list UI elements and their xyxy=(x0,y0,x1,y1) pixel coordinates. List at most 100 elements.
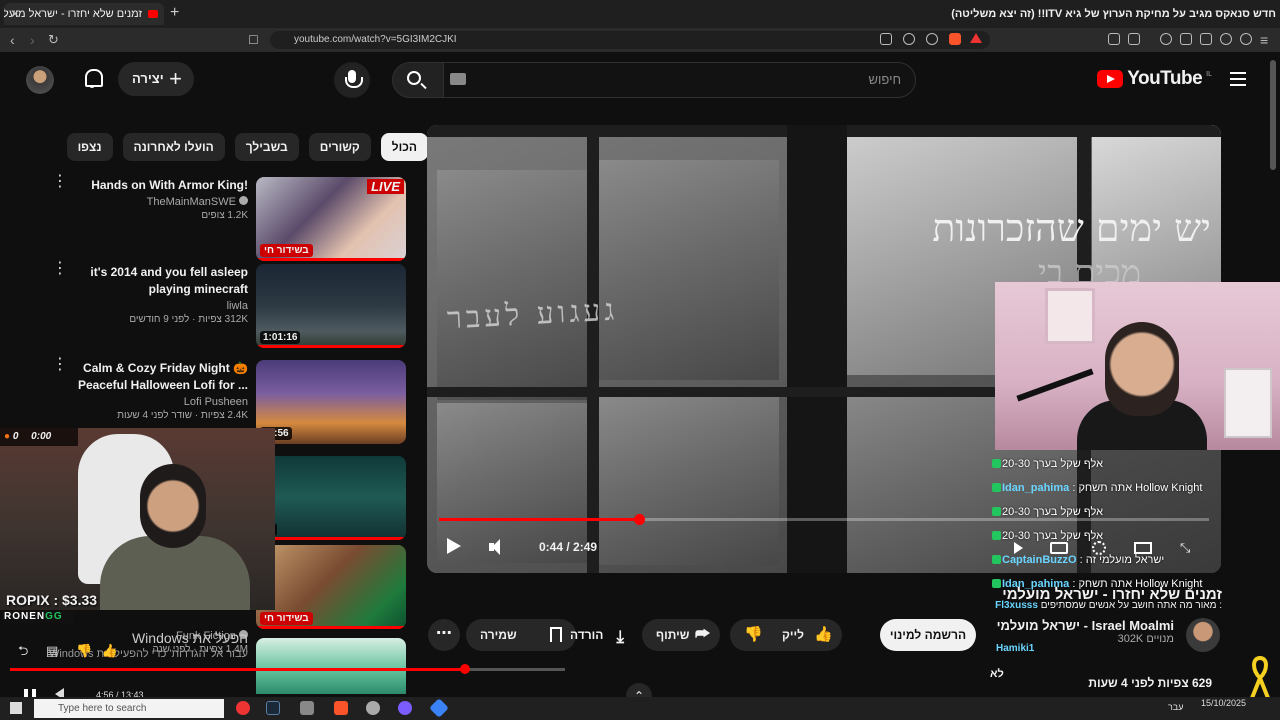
video-title[interactable]: Hands on With Armor King! xyxy=(68,177,248,194)
miniplayer-icon[interactable] xyxy=(1134,542,1152,554)
brave-icon[interactable] xyxy=(334,701,348,715)
video-thumbnail[interactable]: 1:01:16 xyxy=(256,264,406,348)
cast-icon[interactable] xyxy=(880,33,892,45)
sidebar-icon[interactable] xyxy=(1180,33,1192,45)
ai-icon[interactable] xyxy=(1220,33,1232,45)
channel-name[interactable]: TheMainManSWE xyxy=(68,196,248,208)
video-meta: 312K צפיות · לפני 9 חודשים xyxy=(129,314,248,325)
live-badge: בשידור חי xyxy=(260,244,313,257)
taskbar-clock[interactable]: 15/10/2025 xyxy=(1201,698,1246,708)
video-thumbnail[interactable]: 54:56 xyxy=(256,360,406,444)
obs-icon[interactable] xyxy=(236,701,250,715)
list-item[interactable]: LIVE בשידור חי Hands on With Armor King!… xyxy=(52,174,406,261)
chip-recently-uploaded[interactable]: הועלו לאחרונה xyxy=(122,133,225,161)
forward-icon[interactable]: › xyxy=(30,31,35,49)
media-icon[interactable] xyxy=(1160,33,1172,45)
steam-icon[interactable] xyxy=(266,701,280,715)
chip-watched[interactable]: נצפו xyxy=(66,133,113,161)
outer-progress-bar[interactable] xyxy=(10,664,565,674)
watch-progress xyxy=(256,537,406,540)
channel-name[interactable]: liwla xyxy=(68,300,248,312)
new-tab-button[interactable]: + xyxy=(170,4,179,22)
fullscreen-icon[interactable]: ⤡ xyxy=(1180,540,1190,556)
chat-message: אלף שקל בערך 20-30 xyxy=(988,500,1222,524)
browser-tab[interactable]: זמנים שלא יחזרו - ישראל מועלמי ✕ xyxy=(4,3,164,25)
overlay-play-icon[interactable] xyxy=(1014,542,1023,554)
channel-avatar[interactable] xyxy=(1186,618,1220,652)
more-options-icon[interactable]: ⋮ xyxy=(52,357,68,373)
search-input[interactable]: חיפוש xyxy=(442,62,916,98)
streamer-webcam-left: ● 0 0:00 xyxy=(0,428,275,610)
like-label[interactable]: לייק xyxy=(782,619,804,651)
shield-icon[interactable] xyxy=(366,701,380,715)
video-thumbnail[interactable]: LIVE בשידור חי xyxy=(256,177,406,261)
time-display: 0:44 / 2:49 xyxy=(539,540,598,554)
video-thumbnail[interactable] xyxy=(256,638,406,694)
language-indicator[interactable]: עבר xyxy=(1168,702,1183,712)
chip-all[interactable]: הכול xyxy=(380,133,428,161)
dislike-small-icon[interactable]: 👎 xyxy=(76,643,92,658)
back-arrow-icon[interactable]: ⮌ xyxy=(18,643,28,658)
app-icon[interactable] xyxy=(300,701,314,715)
share-button[interactable]: שיתוף ⮫ xyxy=(642,619,720,651)
live-label: LIVE xyxy=(367,179,404,194)
page-scrollbar[interactable] xyxy=(1270,60,1276,170)
outer-scrubber-handle[interactable] xyxy=(460,664,471,674)
bookmark-icon[interactable]: ☐ xyxy=(248,31,259,49)
like-icon[interactable]: 👍 xyxy=(814,619,833,651)
donation-alert: ROPIX : $3.33 xyxy=(6,592,98,608)
extension-icon[interactable] xyxy=(1128,33,1140,45)
chip-for-you[interactable]: בשבילך xyxy=(234,133,299,161)
channel-info: Israel Moalmi - ישראל מועלמי 302K מנויים xyxy=(997,618,1174,645)
create-button[interactable]: יצירה + xyxy=(118,62,194,96)
youtube-logo[interactable]: YouTube IL xyxy=(1097,68,1212,90)
dislike-icon[interactable]: 👎 xyxy=(744,619,763,651)
menu-icon[interactable]: ≡ xyxy=(1260,31,1268,49)
more-options-icon[interactable]: ⋮ xyxy=(52,174,68,190)
video-thumbnail[interactable]: 38 xyxy=(256,456,406,540)
reload-icon[interactable]: ↻ xyxy=(48,31,59,49)
volume-icon[interactable] xyxy=(489,539,509,555)
guide-menu-icon[interactable] xyxy=(1230,72,1246,86)
account-avatar[interactable] xyxy=(26,66,54,94)
back-icon[interactable]: ‹ xyxy=(10,31,15,49)
more-actions-button[interactable]: ⋯ xyxy=(428,619,460,651)
download-button[interactable]: הורדה ⤓ xyxy=(556,619,636,651)
chat-icon[interactable]: ▤ xyxy=(46,643,58,658)
translate-icon[interactable] xyxy=(903,33,915,45)
extensions-icon[interactable] xyxy=(1108,33,1120,45)
video-title[interactable]: Calm & Cozy Friday Night 🎃 Peaceful Hall… xyxy=(68,360,248,394)
taskbar-search-input[interactable]: Type here to search xyxy=(34,699,224,718)
window-frame xyxy=(587,125,599,573)
tab-title: זמנים שלא יחזרו - ישראל מועלמי xyxy=(4,8,142,20)
wallet-icon[interactable] xyxy=(1200,33,1212,45)
voice-search-icon[interactable] xyxy=(334,62,370,98)
video-title[interactable]: it's 2014 and you fell asleep playing mi… xyxy=(68,264,248,298)
chip-related[interactable]: קשורים xyxy=(308,133,371,161)
video-thumbnail[interactable]: בשידור חי xyxy=(256,545,406,629)
duration-badge: 1:01:16 xyxy=(260,331,301,344)
settings-icon[interactable] xyxy=(1092,541,1106,555)
more-options-icon[interactable]: ⋮ xyxy=(52,261,68,277)
keyboard-icon[interactable] xyxy=(450,73,466,85)
like-small-icon[interactable]: 👍 xyxy=(102,643,118,658)
vpn-icon[interactable] xyxy=(1240,33,1252,45)
video-meta: 1.2K צופים xyxy=(201,210,248,221)
subscribe-button[interactable]: הרשמה למינוי xyxy=(880,619,976,651)
list-item[interactable]: 1:01:16 it's 2014 and you fell asleep pl… xyxy=(52,261,406,348)
app-icon-2[interactable] xyxy=(429,698,449,718)
discord-icon[interactable] xyxy=(398,701,412,715)
notifications-bell-icon[interactable] xyxy=(82,68,103,88)
channel-name[interactable]: Lofi Pusheen xyxy=(68,396,248,408)
play-icon[interactable] xyxy=(447,538,461,554)
search-button[interactable] xyxy=(392,62,444,98)
youtube-wordmark: YouTube xyxy=(1127,68,1203,89)
twitch-badge-icon xyxy=(992,483,1001,492)
brave-rewards-icon[interactable] xyxy=(970,33,982,43)
brave-shield-icon[interactable] xyxy=(949,33,961,45)
captions-icon[interactable] xyxy=(1050,542,1068,554)
windows-start-icon[interactable] xyxy=(10,702,22,714)
close-tab-icon[interactable]: ✕ xyxy=(10,3,20,25)
zoom-icon[interactable] xyxy=(926,33,938,45)
channel-name[interactable]: Israel Moalmi - ישראל מועלמי xyxy=(997,618,1174,633)
